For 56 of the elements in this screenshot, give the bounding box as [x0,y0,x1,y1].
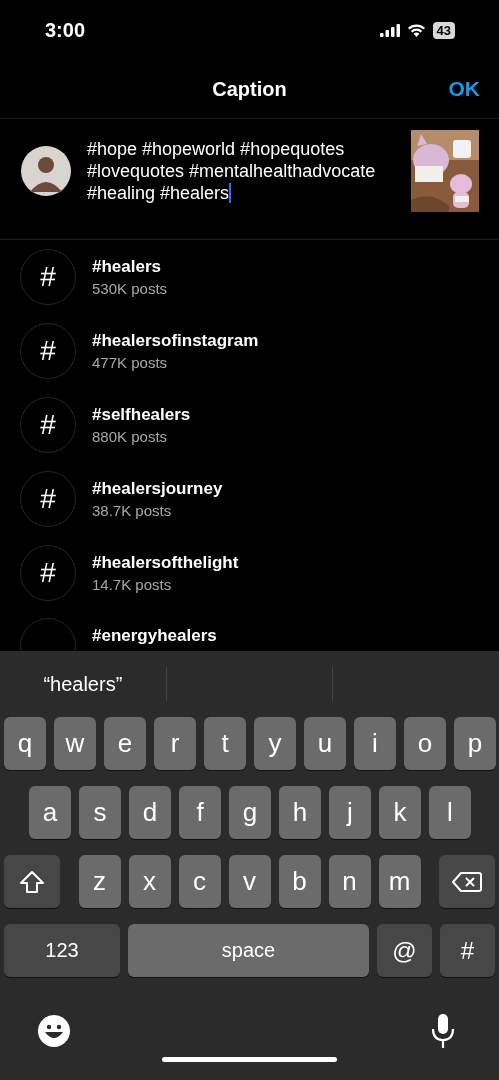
post-count: 880K posts [92,428,169,445]
keyboard-key[interactable]: l [429,786,471,839]
signal-icon [379,23,400,37]
delete-key[interactable] [439,855,495,908]
hashtag-suggestion[interactable]: #healers [92,257,168,277]
keyboard-key[interactable]: n [328,855,371,908]
keyboard-key[interactable]: x [128,855,171,908]
keyboard-key[interactable]: a [29,786,71,839]
hashtag-suggestion[interactable]: #healersofthelight [92,553,239,573]
keyboard-key[interactable]: h [279,786,321,839]
hashtag-suggestion[interactable]: #healersjourney [92,479,223,499]
keyboard-key[interactable]: y [254,717,296,770]
keyboard-key[interactable]: k [379,786,421,839]
delete-icon [452,870,482,893]
emoji-icon[interactable] [37,1014,71,1048]
keyboard-key[interactable]: p [454,717,496,770]
post-count: 477K posts [92,354,169,371]
keyboard-key[interactable]: @ [377,924,432,977]
keyboard-key[interactable]: d [129,786,171,839]
keyboard-key[interactable]: 123 [4,924,120,977]
post-count: 14.7K posts [92,576,173,593]
post-count: 38.7K posts [92,502,173,519]
predictive-suggestion[interactable]: “healers” [0,672,166,696]
hashtag-suggestion[interactable]: #energyhealers [92,626,217,646]
keyboard-key[interactable]: s [79,786,121,839]
keyboard-key[interactable]: u [304,717,346,770]
caption-field[interactable]: #hope #hopeworld #hopequotes #lovequotes #mentalhealthadvocate #healing #healers [87,138,395,204]
keyboard-key[interactable]: c [178,855,221,908]
keyboard-key[interactable]: f [179,786,221,839]
ok-button[interactable]: OK [448,77,480,101]
keyboard-key[interactable]: g [229,786,271,839]
avatar-icon [21,146,71,196]
keyboard-key[interactable]: w [54,717,96,770]
keyboard-key[interactable]: space [128,924,369,977]
hashtag-suggestion[interactable]: #healersofinstagram [92,331,259,351]
screen-title: Caption [212,77,287,101]
hashtag-suggestion[interactable]: #selfhealers [92,405,191,425]
wifi-icon [406,23,426,37]
keyboard-key[interactable]: b [278,855,321,908]
battery-indicator: 43 [432,21,455,39]
keyboard-key[interactable]: m [378,855,421,908]
microphone-icon[interactable] [431,1013,455,1049]
shift-key[interactable] [4,855,60,908]
keyboard-key[interactable]: v [228,855,271,908]
keyboard-key[interactable]: r [154,717,196,770]
keyboard-key[interactable]: j [329,786,371,839]
shift-icon [19,869,45,894]
keyboard-key[interactable]: e [104,717,146,770]
keyboard-key[interactable]: q [4,717,46,770]
keyboard-key[interactable]: # [440,924,495,977]
keyboard-key[interactable]: t [204,717,246,770]
keyboard-key[interactable]: i [354,717,396,770]
post-count: 530K posts [92,280,168,297]
keyboard-key[interactable]: o [404,717,446,770]
status-time: 3:00 [45,18,86,42]
keyboard-key[interactable]: z [78,855,121,908]
